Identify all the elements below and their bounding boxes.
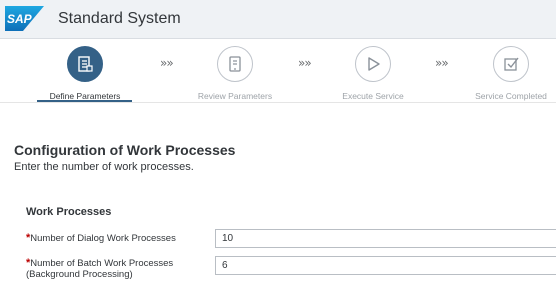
clipboard-list-icon: [67, 46, 103, 82]
system-title: Standard System: [58, 10, 181, 27]
page-title: Configuration of Work Processes: [14, 142, 236, 158]
dialog-work-processes-input[interactable]: 10: [215, 229, 556, 248]
document-icon: [217, 46, 253, 82]
wizard-divider: [0, 102, 556, 103]
wizard-step-label: Service Completed: [475, 91, 547, 101]
checkbox-icon: [493, 46, 529, 82]
svg-text:SAP: SAP: [7, 12, 33, 26]
group-title: Work Processes: [26, 206, 112, 218]
page-subtitle: Enter the number of work processes.: [14, 161, 194, 173]
shell-bar: SAP Standard System: [0, 0, 556, 39]
wizard-step-label: Execute Service: [342, 91, 404, 101]
batch-work-processes-label: *Number of Batch Work Processes (Backgro…: [26, 257, 174, 281]
chevron-double-right-icon: »»: [298, 56, 312, 70]
sap-logo[interactable]: SAP: [5, 6, 44, 31]
chevron-double-right-icon: »»: [435, 56, 449, 70]
chevron-double-right-icon: »»: [160, 56, 174, 70]
play-icon: [355, 46, 391, 82]
wizard-progress: Define Parameters »» Review Parameters »…: [0, 39, 556, 103]
wizard-step-label: Review Parameters: [197, 91, 273, 101]
batch-work-processes-input[interactable]: 6: [215, 256, 556, 275]
dialog-work-processes-label: *Number of Dialog Work Processes: [26, 232, 176, 245]
